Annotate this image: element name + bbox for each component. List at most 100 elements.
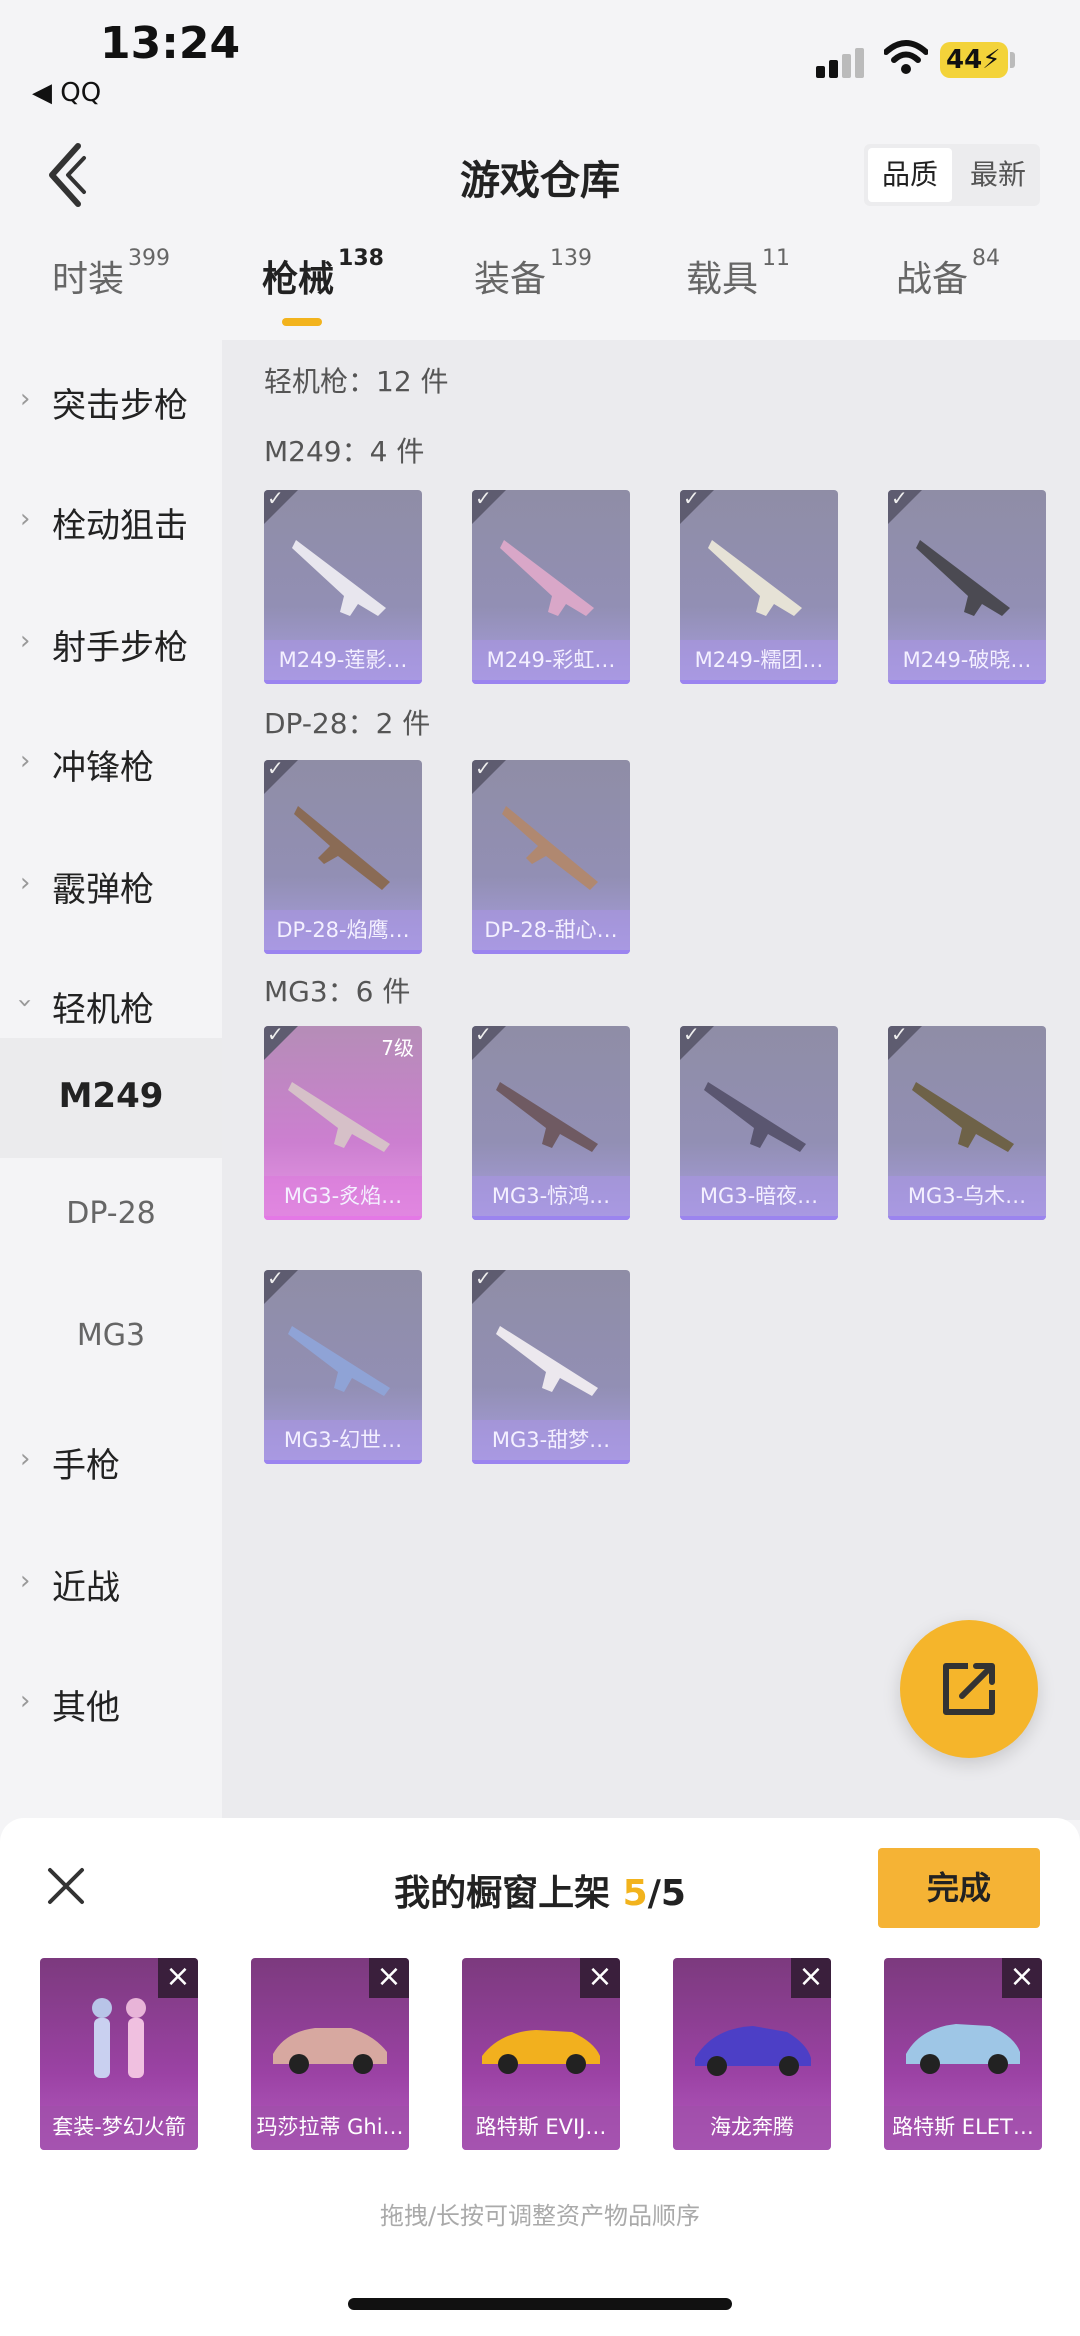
remove-icon[interactable]: × <box>791 1958 831 1998</box>
car-icon <box>482 2030 600 2074</box>
sidebar-item-pistol[interactable]: › 手枪 <box>0 1400 222 1520</box>
page-header: 游戏仓库 品质 最新 <box>0 130 1080 220</box>
remove-icon[interactable]: × <box>369 1958 409 1998</box>
sort-toggle: 品质 最新 <box>864 144 1040 206</box>
item-card[interactable]: ✓ MG3-暗夜… <box>680 1026 838 1220</box>
remove-icon[interactable]: × <box>580 1958 620 1998</box>
check-icon: ✓ <box>475 1270 492 1290</box>
share-icon <box>943 1663 995 1715</box>
check-icon: ✓ <box>475 490 492 510</box>
done-button[interactable]: 完成 <box>878 1848 1040 1928</box>
rarity-bar <box>472 950 630 954</box>
sidebar-item-melee[interactable]: › 近战 <box>0 1522 222 1642</box>
status-bar: 13:24 ◀ QQ 44⚡ <box>0 0 1080 120</box>
remove-icon[interactable]: × <box>158 1958 198 1998</box>
item-name: DP-28-焰鹰… <box>264 910 422 954</box>
sidebar-item-assault-rifle[interactable]: › 突击步枪 <box>0 340 222 460</box>
sidebar-item-marksman-rifle[interactable]: › 射手步枪 <box>0 582 222 702</box>
sidebar-item-smg[interactable]: › 冲锋枪 <box>0 702 222 822</box>
battery-cap <box>1010 52 1015 68</box>
tab-count: 84 <box>972 246 1001 271</box>
item-card[interactable]: ✓ MG3-幻世… <box>264 1270 422 1464</box>
sidebar-item-label: 射手步枪 <box>52 628 188 668</box>
item-name: MG3-炙焰… <box>264 1176 422 1220</box>
sidebar-subitem-dp28[interactable]: DP-28 <box>0 1158 222 1278</box>
showcase-title-text: 我的橱窗上架 <box>394 1873 623 1914</box>
item-name: DP-28-甜心… <box>472 910 630 954</box>
showcase-item-name: 套装-梦幻火箭 <box>40 2106 198 2150</box>
item-card[interactable]: ✓ M249-莲影… <box>264 490 422 684</box>
group-title-m249: M249：4 件 <box>264 435 425 468</box>
sidebar-item-shotgun[interactable]: › 霰弹枪 <box>0 824 222 944</box>
share-button[interactable] <box>900 1620 1038 1758</box>
item-card[interactable]: ✓ 7级 MG3-炙焰… <box>264 1026 422 1220</box>
battery-level: 44 <box>946 45 983 75</box>
tab-count: 138 <box>338 246 384 271</box>
showcase-count-total: /5 <box>647 1873 686 1914</box>
sidebar-item-bolt-sniper[interactable]: › 栓动狙击 <box>0 460 222 580</box>
chevron-right-icon: › <box>20 868 31 898</box>
sidebar-item-label: M249 <box>58 1076 164 1116</box>
showcase-item[interactable]: × 套装-梦幻火箭 <box>40 1958 198 2150</box>
category-count: 轻机枪：12 件 <box>264 365 449 398</box>
remove-icon[interactable]: × <box>1002 1958 1042 1998</box>
rarity-bar <box>888 1216 1046 1220</box>
check-icon: ✓ <box>891 1026 908 1046</box>
showcase-item[interactable]: × 海龙奔腾 <box>673 1958 831 2150</box>
sidebar-item-label: 霰弹枪 <box>52 870 154 910</box>
item-name: MG3-乌木… <box>888 1176 1046 1220</box>
car-icon <box>273 2028 387 2074</box>
status-time: 13:24 <box>100 18 241 69</box>
back-to-app-link[interactable]: ◀ QQ <box>32 78 101 108</box>
item-name: M249-糯团… <box>680 640 838 684</box>
gun-icon <box>912 1082 1014 1152</box>
reorder-hint: 拖拽/长按可调整资产物品顺序 <box>379 2202 701 2230</box>
tab-label: 战备 <box>896 259 969 300</box>
chevron-right-icon: › <box>20 626 31 656</box>
tab-fashion[interactable]: 时装399 <box>52 246 170 302</box>
gun-icon <box>294 806 390 890</box>
item-name: M249-彩虹… <box>472 640 630 684</box>
gun-icon <box>288 1326 390 1396</box>
check-icon: ✓ <box>475 1026 492 1046</box>
item-card[interactable]: ✓ DP-28-焰鹰… <box>264 760 422 954</box>
item-card[interactable]: ✓ MG3-惊鸿… <box>472 1026 630 1220</box>
showcase-item-name: 路特斯 ELET… <box>884 2106 1042 2150</box>
gun-icon <box>496 1326 598 1396</box>
sidebar-item-label: 其他 <box>52 1688 120 1728</box>
showcase-item[interactable]: × 路特斯 ELET… <box>884 1958 1042 2150</box>
tab-vehicles[interactable]: 载具11 <box>686 246 790 302</box>
item-card[interactable]: ✓ MG3-乌木… <box>888 1026 1046 1220</box>
item-card[interactable]: ✓ DP-28-甜心… <box>472 760 630 954</box>
sort-quality-button[interactable]: 品质 <box>868 148 952 202</box>
rarity-bar <box>264 680 422 684</box>
item-card[interactable]: ✓ M249-彩虹… <box>472 490 630 684</box>
showcase-item[interactable]: × 玛莎拉蒂 Ghi… <box>251 1958 409 2150</box>
item-card[interactable]: ✓ M249-糯团… <box>680 490 838 684</box>
item-card[interactable]: ✓ MG3-甜梦… <box>472 1270 630 1464</box>
rarity-bar <box>264 1460 422 1464</box>
tab-firearms[interactable]: 枪械138 <box>262 246 384 302</box>
rarity-bar <box>472 1460 630 1464</box>
sidebar-item-other[interactable]: › 其他 <box>0 1642 222 1762</box>
tab-label: 时装 <box>52 259 125 300</box>
sidebar-subitem-mg3[interactable]: MG3 <box>0 1280 222 1400</box>
tab-supplies[interactable]: 战备84 <box>896 246 1000 302</box>
tab-equipment[interactable]: 装备139 <box>474 246 592 302</box>
sidebar-item-label: 突击步枪 <box>52 386 188 426</box>
check-icon: ✓ <box>475 760 492 780</box>
rarity-bar <box>472 680 630 684</box>
item-card[interactable]: ✓ M249-破晓… <box>888 490 1046 684</box>
showcase-item[interactable]: × 路特斯 EVIJ… <box>462 1958 620 2150</box>
gun-icon <box>288 1082 390 1152</box>
item-grid-panel: 轻机枪：12 件 M249：4 件 ✓ M249-莲影… ✓ M249-彩虹… ✓ M… <box>222 340 1080 1820</box>
sidebar-subitem-m249[interactable]: M249 <box>0 1038 222 1158</box>
home-indicator[interactable] <box>348 2298 732 2310</box>
item-name: MG3-暗夜… <box>680 1176 838 1220</box>
rarity-bar <box>680 680 838 684</box>
chevron-right-icon: › <box>20 746 31 776</box>
showcase-item-name: 海龙奔腾 <box>673 2106 831 2150</box>
tab-count: 11 <box>762 246 791 271</box>
rarity-bar <box>888 680 1046 684</box>
sort-newest-button[interactable]: 最新 <box>956 144 1040 206</box>
